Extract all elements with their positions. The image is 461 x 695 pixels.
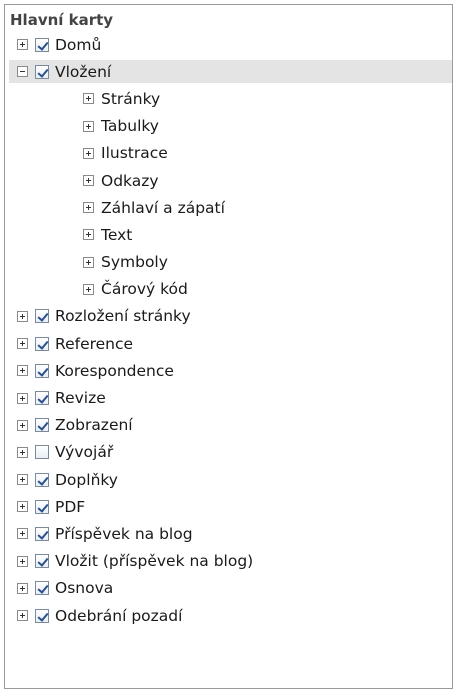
tabs-tree: Domů Vložení Stránky Tabulky Ilustrace Odkazy… (5, 31, 452, 629)
tree-item[interactable]: Vložení (5, 58, 452, 85)
tree-subitem-label: Záhlaví a zápatí (101, 198, 225, 217)
tree-item[interactable]: Příspěvek na blog (5, 520, 452, 547)
tree-item-label: Příspěvek na blog (55, 524, 193, 543)
tree-item[interactable]: PDF (5, 493, 452, 520)
tree-subitem-label: Ilustrace (101, 144, 168, 163)
tree-subitem-label: Čárový kód (101, 280, 188, 299)
tab-checkbox[interactable] (35, 608, 49, 623)
tree-item-label: Doplňky (55, 470, 118, 489)
tree-subitem[interactable]: Čárový kód (5, 276, 452, 303)
ribbon-tabs-tree-panel: Hlavní karty Domů Vložení Stránky Tabulky Il… (4, 4, 453, 689)
expand-icon[interactable] (83, 256, 94, 268)
expand-icon[interactable] (17, 610, 28, 622)
tab-checkbox[interactable] (35, 445, 49, 460)
tree-item-label: Osnova (55, 579, 114, 598)
tree-subitem[interactable]: Tabulky (5, 113, 452, 140)
collapse-icon[interactable] (17, 66, 28, 78)
tree-item[interactable]: Korespondence (5, 357, 452, 384)
expand-icon[interactable] (17, 582, 28, 594)
tree-item[interactable]: Reference (5, 330, 452, 357)
tree-subitem[interactable]: Ilustrace (5, 140, 452, 167)
tree-item-label: Domů (55, 35, 102, 54)
tab-checkbox[interactable] (35, 37, 49, 52)
tree-item-label: Revize (55, 389, 106, 408)
tab-checkbox[interactable] (35, 336, 49, 351)
expand-icon[interactable] (83, 202, 94, 214)
tree-item[interactable]: Domů (5, 31, 452, 58)
expand-icon[interactable] (17, 501, 28, 513)
tab-checkbox[interactable] (35, 391, 49, 406)
tree-item[interactable]: Rozložení stránky (5, 303, 452, 330)
expand-icon[interactable] (83, 147, 94, 159)
tree-item-label: Vložení (55, 62, 112, 81)
tab-checkbox[interactable] (35, 309, 49, 324)
expand-icon[interactable] (17, 555, 28, 567)
tree-item-label: Odebrání pozadí (55, 606, 183, 625)
tree-item-label: Zobrazení (55, 416, 133, 435)
tab-checkbox[interactable] (35, 554, 49, 569)
tree-subitem-label: Symboly (101, 253, 168, 272)
expand-icon[interactable] (83, 229, 94, 241)
tab-checkbox[interactable] (35, 499, 49, 514)
tree-subitem-label: Odkazy (101, 171, 159, 190)
expand-icon[interactable] (83, 120, 94, 132)
expand-icon[interactable] (17, 365, 28, 377)
tree-subitem-label: Tabulky (101, 117, 159, 136)
tree-item[interactable]: Vývojář (5, 439, 452, 466)
expand-icon[interactable] (83, 175, 94, 187)
tree-subitem-label: Text (101, 225, 133, 244)
panel-header: Hlavní karty (10, 11, 114, 29)
tab-checkbox[interactable] (35, 472, 49, 487)
tree-item[interactable]: Vložit (příspěvek na blog) (5, 548, 452, 575)
tree-item-label: Korespondence (55, 361, 174, 380)
tree-item-label: Reference (55, 334, 134, 353)
expand-icon[interactable] (17, 392, 28, 404)
tree-subitem[interactable]: Symboly (5, 249, 452, 276)
tab-checkbox[interactable] (35, 526, 49, 541)
expand-icon[interactable] (83, 93, 94, 105)
expand-icon[interactable] (17, 419, 28, 431)
tree-subitem[interactable]: Stránky (5, 85, 452, 112)
expand-icon[interactable] (17, 338, 28, 350)
tree-subitem-label: Stránky (101, 89, 161, 108)
tree-subitem[interactable]: Text (5, 221, 452, 248)
tree-item-label: PDF (55, 497, 86, 516)
expand-icon[interactable] (17, 474, 28, 486)
tab-checkbox[interactable] (35, 418, 49, 433)
tree-item[interactable]: Odebrání pozadí (5, 602, 452, 629)
tree-item[interactable]: Zobrazení (5, 412, 452, 439)
expand-icon[interactable] (17, 310, 28, 322)
tab-checkbox[interactable] (35, 581, 49, 596)
tree-item[interactable]: Revize (5, 384, 452, 411)
tree-item-label: Vývojář (55, 443, 114, 462)
expand-icon[interactable] (83, 283, 94, 295)
expand-icon[interactable] (17, 446, 28, 458)
expand-icon[interactable] (17, 528, 28, 540)
tree-subitem[interactable]: Záhlaví a zápatí (5, 194, 452, 221)
tree-item[interactable]: Doplňky (5, 466, 452, 493)
expand-icon[interactable] (17, 39, 28, 51)
tree-item-label: Vložit (příspěvek na blog) (55, 552, 254, 571)
tree-item-label: Rozložení stránky (55, 307, 191, 326)
tree-subitem[interactable]: Odkazy (5, 167, 452, 194)
tab-checkbox[interactable] (35, 64, 49, 79)
tab-checkbox[interactable] (35, 363, 49, 378)
tree-item[interactable]: Osnova (5, 575, 452, 602)
